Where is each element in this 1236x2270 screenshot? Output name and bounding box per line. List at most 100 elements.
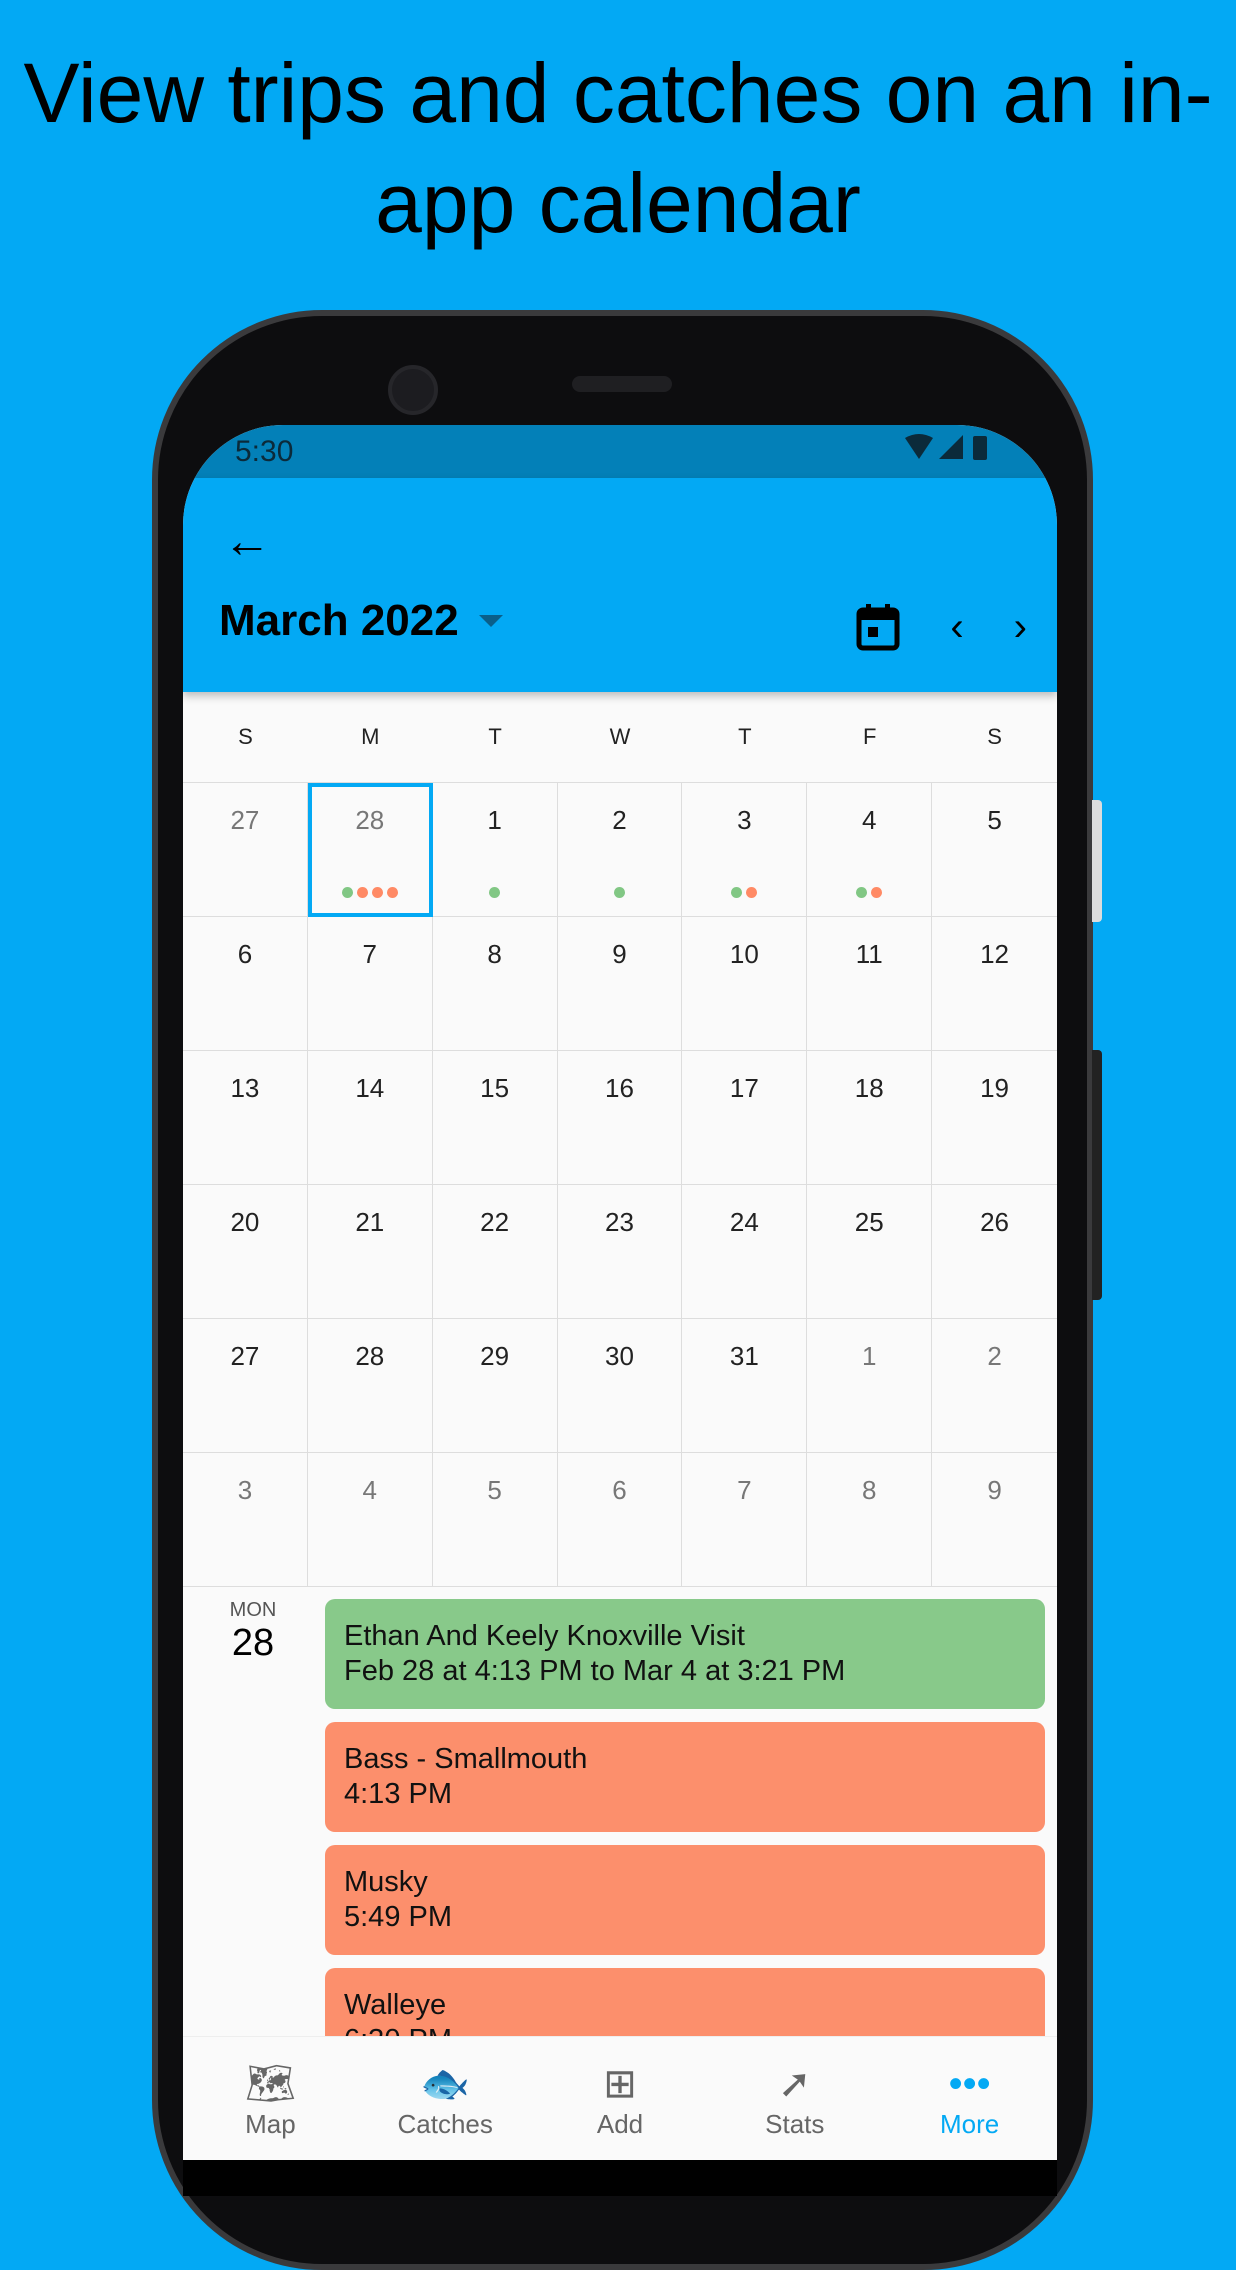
- calendar-day[interactable]: 27: [183, 1319, 308, 1453]
- event-dot: [386, 887, 398, 898]
- weekday-label: S: [238, 724, 253, 749]
- calendar-day[interactable]: 7: [682, 1453, 808, 1587]
- nav-label: Catches: [397, 2109, 493, 2139]
- back-arrow-icon[interactable]: ←: [223, 514, 271, 569]
- day-number: 22: [480, 1207, 510, 1237]
- day-number: 11: [855, 939, 883, 969]
- calendar-day[interactable]: 15: [432, 1051, 558, 1185]
- calendar-day[interactable]: 31: [682, 1319, 808, 1453]
- calendar-day[interactable]: 28: [307, 783, 433, 917]
- event-time: 5:49 PM: [344, 1901, 452, 1933]
- event-dots: [558, 887, 682, 898]
- day-number: 23: [605, 1207, 634, 1237]
- calendar-day[interactable]: 1: [432, 783, 558, 917]
- calendar-day[interactable]: 6: [183, 917, 308, 1051]
- previous-month-icon[interactable]: ‹: [950, 605, 963, 650]
- month-title: March 2022: [219, 596, 459, 645]
- calendar-day[interactable]: 27: [183, 783, 308, 917]
- calendar-day[interactable]: 30: [557, 1319, 683, 1453]
- event-dot: [613, 887, 625, 898]
- calendar-day[interactable]: 9: [557, 917, 683, 1051]
- day-number: 26: [980, 1207, 1010, 1237]
- calendar-day[interactable]: 5: [932, 783, 1057, 917]
- day-number: 17: [729, 1073, 759, 1103]
- day-number: 15: [480, 1073, 510, 1103]
- day-number: 9: [987, 1475, 1002, 1505]
- calendar-day[interactable]: 3: [183, 1453, 308, 1587]
- event-title: Musky: [344, 1866, 428, 1898]
- event-time: 4:13 PM: [344, 1778, 452, 1810]
- event-dot: [341, 887, 353, 898]
- calendar-day[interactable]: 2: [557, 783, 683, 917]
- event-dots: [807, 887, 931, 898]
- calendar-day[interactable]: 8: [432, 917, 558, 1051]
- calendar-day[interactable]: 24: [682, 1185, 808, 1319]
- event-card[interactable]: Bass - Smallmouth 4:13 PM: [325, 1722, 1045, 1832]
- event-card[interactable]: Walleye 6:30 PM: [325, 1968, 1045, 2037]
- selected-weekday: MON: [229, 1599, 277, 1621]
- camera: [388, 365, 438, 415]
- day-number: 27: [230, 805, 260, 835]
- day-number: 21: [355, 1207, 385, 1237]
- calendar-day[interactable]: 20: [183, 1185, 308, 1319]
- fish-icon: 🐟: [420, 2062, 471, 2106]
- day-number: 4: [861, 805, 877, 835]
- nav-item-map[interactable]: 🗺 Map: [183, 2037, 358, 2160]
- calendar-day[interactable]: 23: [557, 1185, 683, 1319]
- calendar-day[interactable]: 19: [932, 1051, 1057, 1185]
- event-card[interactable]: Ethan And Keely Knoxville Visit Feb 28 at…: [325, 1599, 1045, 1709]
- calendar-day[interactable]: 4: [307, 1453, 433, 1587]
- day-number: 6: [237, 939, 253, 969]
- calendar-day[interactable]: 29: [432, 1319, 558, 1453]
- selected-day-label: MON 28: [223, 1599, 283, 1665]
- calendar-day[interactable]: 21: [307, 1185, 433, 1319]
- day-number: 16: [605, 1073, 634, 1103]
- today-calendar-icon[interactable]: [856, 603, 900, 651]
- month-selector[interactable]: March 2022: [219, 596, 503, 646]
- calendar-day[interactable]: 16: [557, 1051, 683, 1185]
- calendar-day[interactable]: 8: [807, 1453, 933, 1587]
- calendar-day[interactable]: 2: [932, 1319, 1057, 1453]
- trend-icon: ➚: [778, 2062, 812, 2106]
- calendar-day[interactable]: 12: [932, 917, 1057, 1051]
- event-dot: [856, 887, 868, 898]
- nav-item-catches[interactable]: 🐟 Catches: [358, 2037, 533, 2160]
- calendar-day[interactable]: 1: [807, 1319, 933, 1453]
- battery-icon: [973, 435, 987, 460]
- calendar-day[interactable]: 5: [432, 1453, 558, 1587]
- bottom-navigation: 🗺 Map 🐟 Catches ⊞ Add ➚ Stats ••• More: [183, 2036, 1057, 2160]
- calendar-day[interactable]: 17: [682, 1051, 808, 1185]
- calendar-day[interactable]: 10: [682, 917, 808, 1051]
- calendar-day[interactable]: 13: [183, 1051, 308, 1185]
- nav-item-add[interactable]: ⊞ Add: [533, 2037, 708, 2160]
- next-month-icon[interactable]: ›: [1014, 605, 1027, 650]
- calendar-day[interactable]: 18: [807, 1051, 933, 1185]
- calendar-day[interactable]: 3: [682, 783, 808, 917]
- calendar-day[interactable]: 11: [807, 917, 933, 1051]
- day-number: 3: [737, 805, 752, 835]
- volume-button: [1092, 1050, 1102, 1300]
- calendar-day[interactable]: 25: [807, 1185, 933, 1319]
- event-title: Bass - Smallmouth: [344, 1743, 588, 1775]
- calendar-day[interactable]: 28: [307, 1319, 433, 1453]
- weekday-label: F: [862, 724, 877, 749]
- calendar-day[interactable]: 14: [307, 1051, 433, 1185]
- calendar-day[interactable]: 4: [807, 783, 933, 917]
- day-number: 2: [612, 805, 627, 835]
- day-number: 24: [729, 1207, 759, 1237]
- day-number: 18: [854, 1073, 884, 1103]
- day-number: 29: [480, 1341, 510, 1371]
- calendar-day[interactable]: 22: [432, 1185, 558, 1319]
- status-icons: [905, 433, 1005, 471]
- calendar-day[interactable]: 6: [557, 1453, 683, 1587]
- calendar-day[interactable]: 7: [307, 917, 433, 1051]
- event-title: Ethan And Keely Knoxville Visit: [344, 1620, 745, 1652]
- nav-item-stats[interactable]: ➚ Stats: [707, 2037, 882, 2160]
- calendar-day[interactable]: 26: [932, 1185, 1057, 1319]
- app-screen: 5:30 ← March 2022 ‹ › SMTWTFS 27 28 1 2 3 4 5 6…: [183, 425, 1057, 2196]
- nav-item-more[interactable]: ••• More: [882, 2037, 1057, 2160]
- day-number: 2: [987, 1341, 1002, 1371]
- event-card[interactable]: Musky 5:49 PM: [325, 1845, 1045, 1955]
- event-dots: [682, 887, 806, 898]
- calendar-day[interactable]: 9: [932, 1453, 1057, 1587]
